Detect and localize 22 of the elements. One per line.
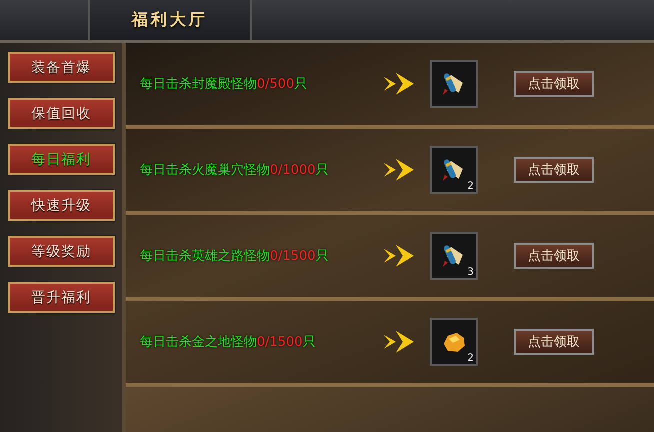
item-count: 3 <box>468 267 474 278</box>
sidebar-tab[interactable]: 装备首爆 <box>8 52 115 83</box>
sidebar-tab[interactable]: 快速升级 <box>8 190 115 221</box>
claim-button[interactable]: 点击领取 <box>514 71 594 97</box>
task-description: 每日击杀火魔巢穴怪物0/1000只 <box>140 162 330 179</box>
sidebar-tab[interactable]: 保值回收 <box>8 98 115 129</box>
window-title: 福利大厅 <box>132 10 208 30</box>
item-slot[interactable]: 3 <box>430 232 478 280</box>
task-description: 每日击杀英雄之路怪物0/1500只 <box>140 248 330 265</box>
item-slot[interactable]: 2 <box>430 146 478 194</box>
claim-button[interactable]: 点击领取 <box>514 329 594 355</box>
item-count: 2 <box>468 353 474 364</box>
item-slot[interactable]: 2 <box>430 318 478 366</box>
task-description: 每日击杀金之地怪物0/1500只 <box>140 334 317 351</box>
task-description: 每日击杀封魔殿怪物0/500只 <box>140 76 308 93</box>
item-slot[interactable] <box>430 60 478 108</box>
sidebar-tab[interactable]: 等级奖励 <box>8 236 115 267</box>
claim-button[interactable]: 点击领取 <box>514 157 594 183</box>
sidebar-tab[interactable]: 晋升福利 <box>8 282 115 313</box>
sidebar-tab[interactable]: 每日福利 <box>8 144 115 175</box>
claim-button[interactable]: 点击领取 <box>514 243 594 269</box>
item-count: 2 <box>468 181 474 192</box>
